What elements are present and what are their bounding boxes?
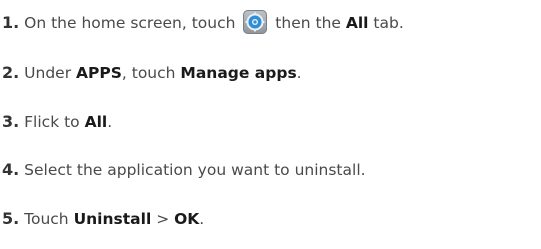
step-text: On the home screen, touch bbox=[19, 14, 241, 32]
step-5: 5. Touch Uninstall > OK. bbox=[2, 204, 204, 234]
apps-section-label: APPS bbox=[76, 64, 122, 82]
ok-label: OK bbox=[174, 210, 200, 228]
step-text: . bbox=[107, 113, 113, 131]
step-number: 2. bbox=[2, 63, 20, 82]
all-tab-label: All bbox=[345, 14, 369, 32]
step-number: 5. bbox=[2, 209, 20, 228]
step-number: 3. bbox=[2, 112, 20, 131]
instruction-list: 1. On the home screen, touch then the Al… bbox=[0, 0, 541, 249]
step-1: 1. On the home screen, touch then the Al… bbox=[2, 8, 404, 38]
step-number: 1. bbox=[2, 13, 20, 32]
step-text: Flick to bbox=[19, 113, 85, 131]
step-text: , touch bbox=[121, 64, 181, 82]
step-text: Touch bbox=[19, 210, 74, 228]
step-2: 2. Under APPS, touch Manage apps. bbox=[2, 58, 302, 88]
step-text: . bbox=[296, 64, 302, 82]
manage-apps-label: Manage apps bbox=[180, 64, 297, 82]
all-label: All bbox=[84, 113, 108, 131]
step-text: Select the application you want to unins… bbox=[19, 161, 366, 179]
step-text: then the bbox=[270, 14, 346, 32]
step-3: 3. Flick to All. bbox=[2, 107, 112, 137]
step-text: tab. bbox=[368, 14, 404, 32]
step-text: > bbox=[151, 210, 175, 228]
step-text: Under bbox=[19, 64, 76, 82]
step-number: 4. bbox=[2, 160, 20, 179]
step-text: . bbox=[199, 210, 205, 228]
uninstall-label: Uninstall bbox=[73, 210, 152, 228]
step-4: 4. Select the application you want to un… bbox=[2, 155, 366, 185]
settings-gear-icon bbox=[243, 9, 268, 34]
